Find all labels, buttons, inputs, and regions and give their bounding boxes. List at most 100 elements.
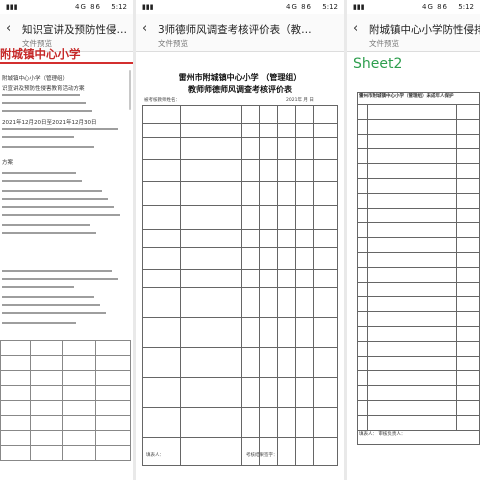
table-cell bbox=[313, 105, 338, 124]
table-cell bbox=[366, 118, 458, 135]
table-cell bbox=[366, 133, 458, 150]
table-cell bbox=[456, 325, 480, 342]
table-row bbox=[357, 385, 480, 401]
table-row bbox=[357, 104, 480, 120]
doc-line: 2021年12月20日至2021年12月30日 bbox=[2, 120, 97, 126]
table-cell bbox=[142, 181, 181, 206]
table-cell bbox=[366, 148, 458, 165]
document-preview[interactable]: 雷州市附城镇中心小学 （管理组） 教师师德师风调查考核评价表 被考核教师姓名： … bbox=[136, 0, 344, 480]
table-cell bbox=[366, 355, 458, 372]
table-cell bbox=[277, 377, 297, 408]
table-cell bbox=[295, 229, 315, 248]
school-heading: 附城镇中心小学 bbox=[0, 47, 81, 61]
evaluation-table bbox=[142, 105, 338, 466]
table-cell bbox=[277, 247, 297, 270]
table-row bbox=[357, 325, 480, 342]
table-row bbox=[142, 347, 338, 378]
table-cell bbox=[295, 247, 315, 270]
table-cell bbox=[295, 287, 315, 318]
table-cell bbox=[142, 347, 181, 378]
table-cell bbox=[313, 205, 338, 230]
table-row bbox=[357, 311, 480, 327]
table-cell bbox=[179, 229, 243, 248]
table-row bbox=[0, 430, 131, 431]
table-row bbox=[357, 222, 480, 239]
table-cell bbox=[142, 229, 181, 248]
table-row bbox=[0, 370, 131, 371]
table-cell bbox=[259, 229, 279, 248]
table-cell bbox=[456, 222, 480, 239]
text-line-placeholder bbox=[2, 224, 90, 226]
table-cell bbox=[456, 281, 480, 298]
table-row bbox=[0, 460, 131, 461]
table-cell bbox=[295, 137, 315, 160]
table-row bbox=[0, 385, 131, 386]
table-cell bbox=[142, 317, 181, 348]
table-cell bbox=[277, 407, 297, 438]
table-cell bbox=[259, 123, 279, 138]
spreadsheet-preview[interactable]: Sheet2 雷州市附城镇中心小学（管理组）未成年人保护 填表人： 审核负责人： bbox=[347, 0, 480, 480]
table-cell bbox=[313, 287, 338, 318]
table-row bbox=[142, 137, 338, 160]
table-row bbox=[142, 437, 338, 466]
text-line-placeholder bbox=[2, 94, 80, 96]
table-cell bbox=[357, 325, 368, 342]
table-cell bbox=[313, 181, 338, 206]
table-cell bbox=[295, 347, 315, 378]
scrollbar[interactable] bbox=[129, 70, 131, 110]
table-cell bbox=[357, 355, 368, 372]
table-cell bbox=[456, 104, 480, 120]
table-row bbox=[142, 269, 338, 288]
table-cell bbox=[277, 181, 297, 206]
table-cell bbox=[357, 118, 368, 135]
table-cell bbox=[142, 105, 181, 124]
document-preview[interactable]: 附城镇中心小学 附城镇中心小学（管理组） 识宣讲及预防性侵害教育活动方案 202… bbox=[0, 0, 133, 480]
table-cell bbox=[295, 437, 315, 466]
table-cell bbox=[357, 399, 368, 416]
table-cell bbox=[357, 370, 368, 387]
table-cell bbox=[277, 123, 297, 138]
table-row bbox=[142, 229, 338, 248]
table-cell bbox=[295, 407, 315, 438]
table-cell bbox=[259, 205, 279, 230]
table-cell bbox=[366, 281, 458, 298]
table-row bbox=[357, 355, 480, 372]
table-row bbox=[357, 163, 480, 179]
table-cell bbox=[456, 207, 480, 224]
screenshot-panel-3: ▮▮▮ 4G 86 5:12 ‹ 附城镇中心小学防性侵排… 文件预览 Sheet… bbox=[347, 0, 480, 480]
table-cell bbox=[366, 340, 458, 357]
table-cell bbox=[179, 437, 243, 466]
sheet-name: Sheet2 bbox=[353, 56, 403, 72]
text-line-placeholder bbox=[2, 312, 106, 314]
table-cell bbox=[357, 281, 368, 298]
doc-line: 方案 bbox=[2, 160, 14, 166]
table-row bbox=[357, 414, 480, 431]
table-cell bbox=[259, 269, 279, 288]
table-cell bbox=[241, 287, 261, 318]
table-cell bbox=[313, 437, 338, 466]
table-cell bbox=[142, 123, 181, 138]
table-cell bbox=[456, 370, 480, 387]
table-cell bbox=[179, 377, 243, 408]
table-cell bbox=[456, 192, 480, 209]
table-column-rule bbox=[62, 340, 63, 460]
table-cell bbox=[456, 355, 480, 372]
doc-line: 识宣讲及预防性侵害教育活动方案 bbox=[2, 86, 85, 92]
table-cell bbox=[179, 247, 243, 270]
table-cell bbox=[366, 207, 458, 224]
table-row bbox=[142, 205, 338, 230]
table-cell bbox=[277, 437, 297, 466]
table-cell bbox=[313, 247, 338, 270]
table-cell bbox=[357, 192, 368, 209]
table-cell bbox=[179, 105, 243, 124]
table-cell bbox=[357, 266, 368, 283]
table-cell bbox=[259, 159, 279, 182]
screenshot-panel-2: ▮▮▮ 4G 86 5:12 ‹ 3师德师风调查考核评价表（教… 文件预览 雷州… bbox=[136, 0, 344, 480]
table-cell bbox=[241, 269, 261, 288]
table-cell bbox=[456, 133, 480, 150]
table-cell bbox=[259, 181, 279, 206]
table-cell bbox=[277, 317, 297, 348]
table-row bbox=[142, 247, 338, 270]
table-cell bbox=[241, 105, 261, 124]
table-cell bbox=[142, 407, 181, 438]
